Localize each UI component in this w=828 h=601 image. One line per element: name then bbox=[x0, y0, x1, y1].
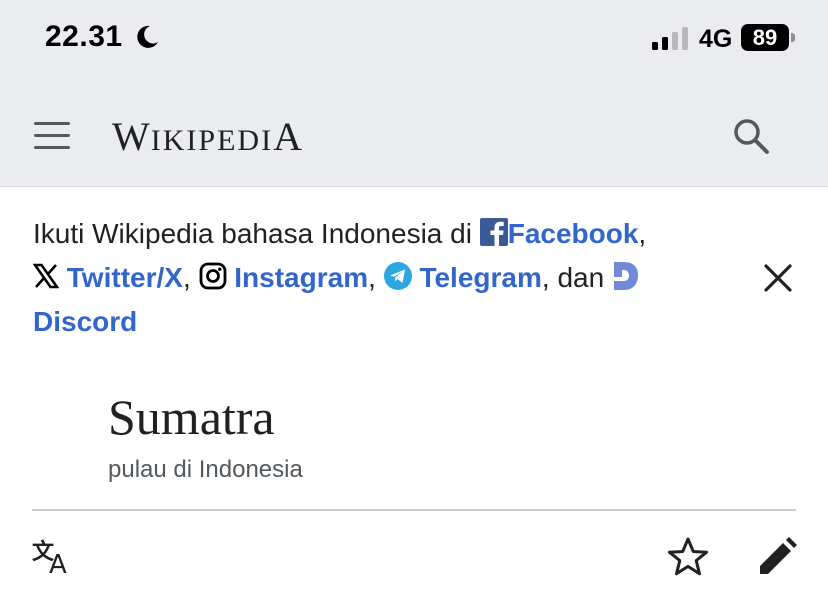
star-icon[interactable] bbox=[667, 536, 709, 578]
facebook-link[interactable]: Facebook bbox=[508, 218, 639, 249]
battery-icon: 89 bbox=[741, 24, 789, 51]
cellular-signal-icon bbox=[652, 27, 688, 50]
svg-text:A: A bbox=[49, 550, 67, 577]
page-title: Sumatra bbox=[108, 389, 275, 445]
network-type: 4G bbox=[699, 25, 733, 53]
close-icon[interactable] bbox=[763, 263, 793, 293]
notice-prefix: Ikuti Wikipedia bahasa Indonesia di bbox=[33, 218, 472, 249]
instagram-link[interactable]: Instagram bbox=[234, 262, 368, 293]
battery-tip bbox=[791, 33, 795, 42]
telegram-link[interactable]: Telegram bbox=[419, 262, 541, 293]
notice-and: dan bbox=[557, 262, 605, 293]
x-twitter-icon bbox=[33, 263, 59, 288]
clock: 22.31 bbox=[45, 20, 123, 53]
menu-button[interactable] bbox=[34, 120, 70, 150]
battery-level: 89 bbox=[752, 25, 778, 50]
page-description: pulau di Indonesia bbox=[108, 456, 303, 483]
telegram-icon bbox=[383, 261, 412, 290]
discord-icon bbox=[613, 261, 638, 290]
twitter-link[interactable]: Twitter/X bbox=[67, 262, 183, 293]
header-bar: WIKIPEDIA bbox=[0, 84, 828, 187]
search-icon[interactable] bbox=[731, 116, 771, 156]
instagram-icon bbox=[199, 262, 226, 290]
social-notice: Ikuti Wikipedia bahasa Indonesia di Face… bbox=[33, 217, 647, 337]
language-icon[interactable]: 文 A bbox=[32, 537, 74, 577]
facebook-icon bbox=[479, 217, 508, 246]
moon-icon bbox=[137, 25, 158, 48]
discord-link[interactable]: Discord bbox=[33, 306, 137, 337]
wikipedia-logo[interactable]: WIKIPEDIA bbox=[112, 113, 303, 160]
divider bbox=[32, 509, 796, 511]
status-bar: 22.31 4G 89 bbox=[0, 0, 828, 84]
edit-pencil-icon[interactable] bbox=[756, 536, 798, 578]
